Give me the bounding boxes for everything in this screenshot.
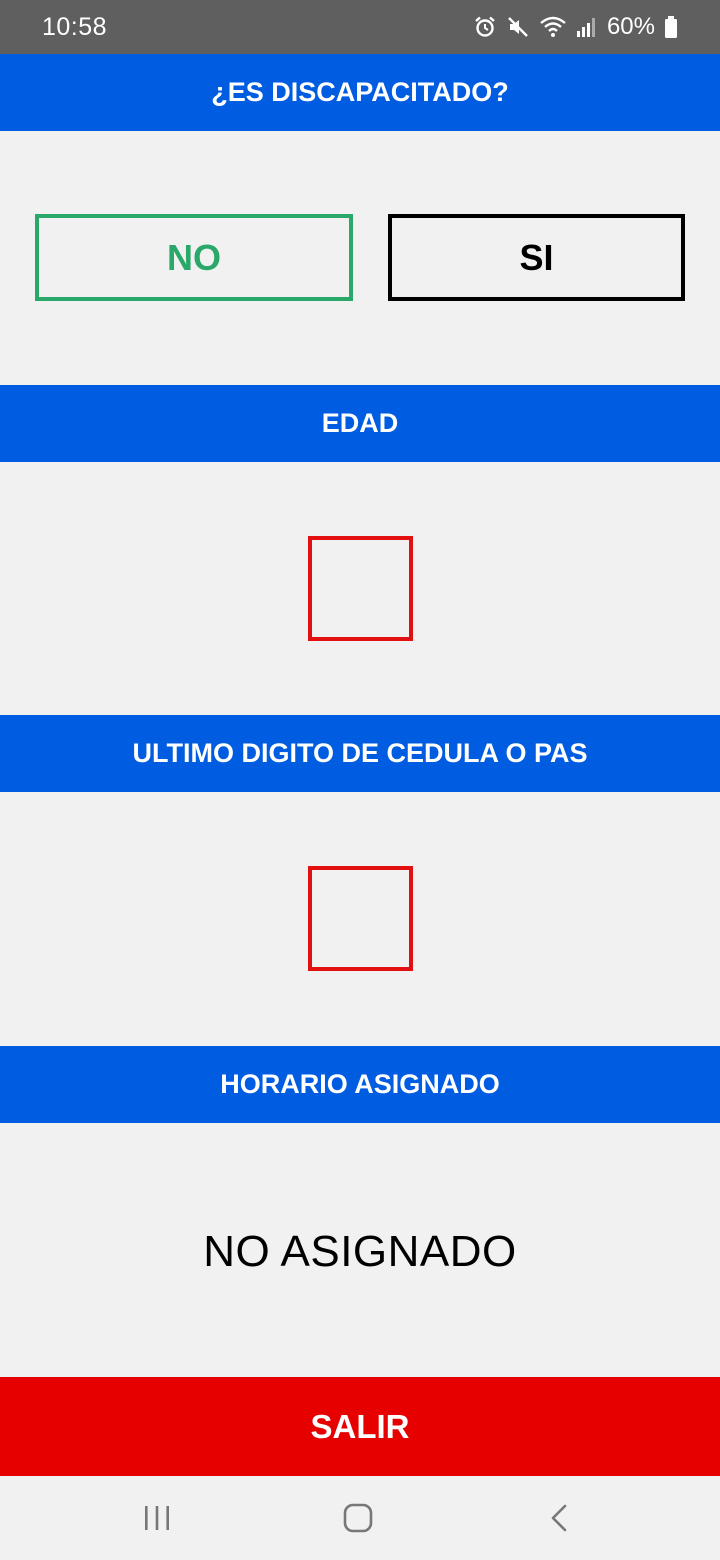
last-digit-input[interactable] bbox=[308, 866, 413, 971]
status-time: 10:58 bbox=[42, 12, 108, 41]
schedule-header: HORARIO ASIGNADO bbox=[0, 1046, 720, 1123]
digit-header: ULTIMO DIGITO DE CEDULA O PAS bbox=[0, 715, 720, 792]
alarm-icon bbox=[473, 15, 497, 39]
status-icons: 60% bbox=[473, 13, 678, 41]
age-header: EDAD bbox=[0, 385, 720, 462]
mute-icon bbox=[506, 15, 530, 39]
no-button[interactable]: NO bbox=[35, 214, 353, 301]
exit-button[interactable]: SALIR bbox=[0, 1377, 720, 1476]
disability-header: ¿ES DISCAPACITADO? bbox=[0, 54, 720, 131]
back-icon[interactable] bbox=[540, 1498, 580, 1538]
status-bar: 10:58 60% bbox=[0, 0, 720, 54]
wifi-icon bbox=[539, 15, 567, 39]
recent-apps-icon[interactable] bbox=[137, 1498, 177, 1538]
home-icon[interactable] bbox=[338, 1498, 378, 1538]
battery-percent: 60% bbox=[606, 13, 655, 40]
signal-icon bbox=[576, 16, 598, 38]
si-button[interactable]: SI bbox=[388, 214, 685, 301]
age-input[interactable] bbox=[308, 536, 413, 641]
assigned-schedule: NO ASIGNADO bbox=[203, 1227, 517, 1276]
navigation-bar bbox=[0, 1476, 720, 1560]
battery-icon bbox=[664, 15, 678, 39]
